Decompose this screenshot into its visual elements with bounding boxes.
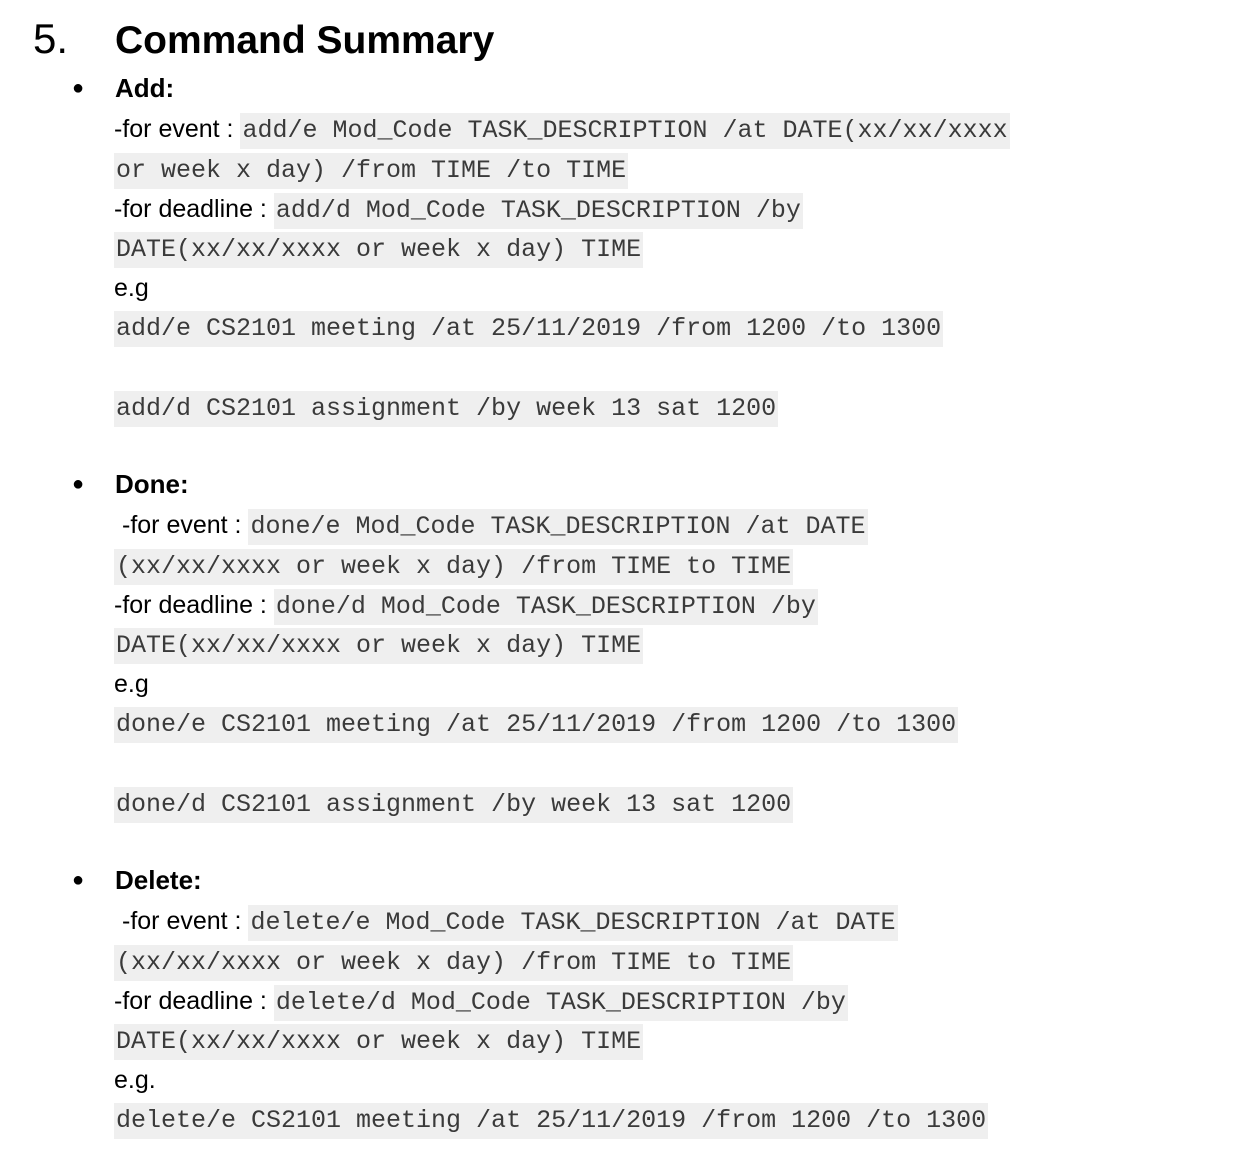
deadline-syntax-line-cont: DATE(xx/xx/xxxx or week x day) TIME	[114, 228, 644, 268]
section-title: Delete:	[115, 865, 202, 895]
event-code: done/e Mod_Code TASK_DESCRIPTION /at DAT…	[248, 509, 868, 545]
deadline-syntax-line-cont: DATE(xx/xx/xxxx or week x day) TIME	[114, 1020, 644, 1060]
deadline-syntax-line: -for deadline : done/d Mod_Code TASK_DES…	[114, 585, 818, 625]
event-code-cont: (xx/xx/xxxx or week x day) /from TIME to…	[114, 549, 794, 585]
event-syntax-line-cont: (xx/xx/xxxx or week x day) /from TIME to…	[114, 941, 794, 981]
deadline-syntax-line: -for deadline : delete/d Mod_Code TASK_D…	[114, 981, 848, 1021]
example-line: delete/e CS2101 meeting /at 25/11/2019 /…	[114, 1099, 989, 1139]
deadline-code-cont: DATE(xx/xx/xxxx or week x day) TIME	[114, 1024, 644, 1060]
deadline-syntax-line-cont: DATE(xx/xx/xxxx or week x day) TIME	[114, 624, 644, 664]
heading-number: 5.	[33, 15, 69, 62]
section-heading: 5. Command Summary	[0, 8, 1238, 68]
event-code-cont: (xx/xx/xxxx or week x day) /from TIME to…	[114, 945, 794, 981]
event-syntax-line: -for event : add/e Mod_Code TASK_DESCRIP…	[114, 109, 1010, 149]
example-label-line: e.g	[114, 268, 149, 308]
event-code: delete/e Mod_Code TASK_DESCRIPTION /at D…	[248, 905, 898, 941]
event-syntax-line-cont: or week x day) /from TIME /to TIME	[114, 149, 629, 189]
event-label: -for event :	[122, 907, 249, 935]
deadline-code: add/d Mod_Code TASK_DESCRIPTION /by	[273, 193, 803, 229]
example-code: delete/e CS2101 meeting /at 25/11/2019 /…	[114, 1103, 989, 1139]
example-label: e.g	[114, 274, 149, 302]
example-label: e.g	[114, 670, 149, 698]
event-syntax-line: -for event : delete/e Mod_Code TASK_DESC…	[122, 901, 898, 941]
example-line: add/d CS2101 assignment /by week 13 sat …	[114, 387, 779, 427]
deadline-label: -for deadline :	[114, 195, 274, 223]
section-title: Add:	[115, 73, 175, 103]
event-syntax-line: -for event : done/e Mod_Code TASK_DESCRI…	[122, 505, 868, 545]
example-label-line: e.g.	[114, 1060, 156, 1100]
event-label: -for event :	[122, 511, 249, 539]
example-label-line: e.g	[114, 664, 149, 704]
deadline-code: delete/d Mod_Code TASK_DESCRIPTION /by	[273, 985, 848, 1021]
deadline-label: -for deadline :	[114, 987, 274, 1015]
deadline-syntax-line: -for deadline : add/d Mod_Code TASK_DESC…	[114, 189, 803, 229]
example-code: add/d CS2101 assignment /by week 13 sat …	[114, 391, 779, 427]
heading-title: Command Summary	[115, 19, 495, 62]
example-code: add/e CS2101 meeting /at 25/11/2019 /fro…	[114, 311, 944, 347]
event-label: -for event :	[114, 115, 241, 143]
bullet-icon: ●	[72, 473, 85, 495]
example-label: e.g.	[114, 1066, 156, 1094]
event-code: add/e Mod_Code TASK_DESCRIPTION /at DATE…	[240, 113, 1010, 149]
example-line: done/d CS2101 assignment /by week 13 sat…	[114, 783, 794, 823]
deadline-code: done/d Mod_Code TASK_DESCRIPTION /by	[273, 589, 818, 625]
deadline-code-cont: DATE(xx/xx/xxxx or week x day) TIME	[114, 628, 644, 664]
deadline-label: -for deadline :	[114, 591, 274, 619]
event-code-cont: or week x day) /from TIME /to TIME	[114, 153, 629, 189]
bullet-icon: ●	[72, 869, 85, 891]
example-line: add/e CS2101 meeting /at 25/11/2019 /fro…	[114, 307, 944, 347]
deadline-code-cont: DATE(xx/xx/xxxx or week x day) TIME	[114, 232, 644, 268]
example-line: done/e CS2101 meeting /at 25/11/2019 /fr…	[114, 703, 959, 743]
bullet-icon: ●	[72, 77, 85, 99]
section-title: Done:	[115, 469, 189, 499]
example-code: done/d CS2101 assignment /by week 13 sat…	[114, 787, 794, 823]
event-syntax-line-cont: (xx/xx/xxxx or week x day) /from TIME to…	[114, 545, 794, 585]
example-code: done/e CS2101 meeting /at 25/11/2019 /fr…	[114, 707, 959, 743]
